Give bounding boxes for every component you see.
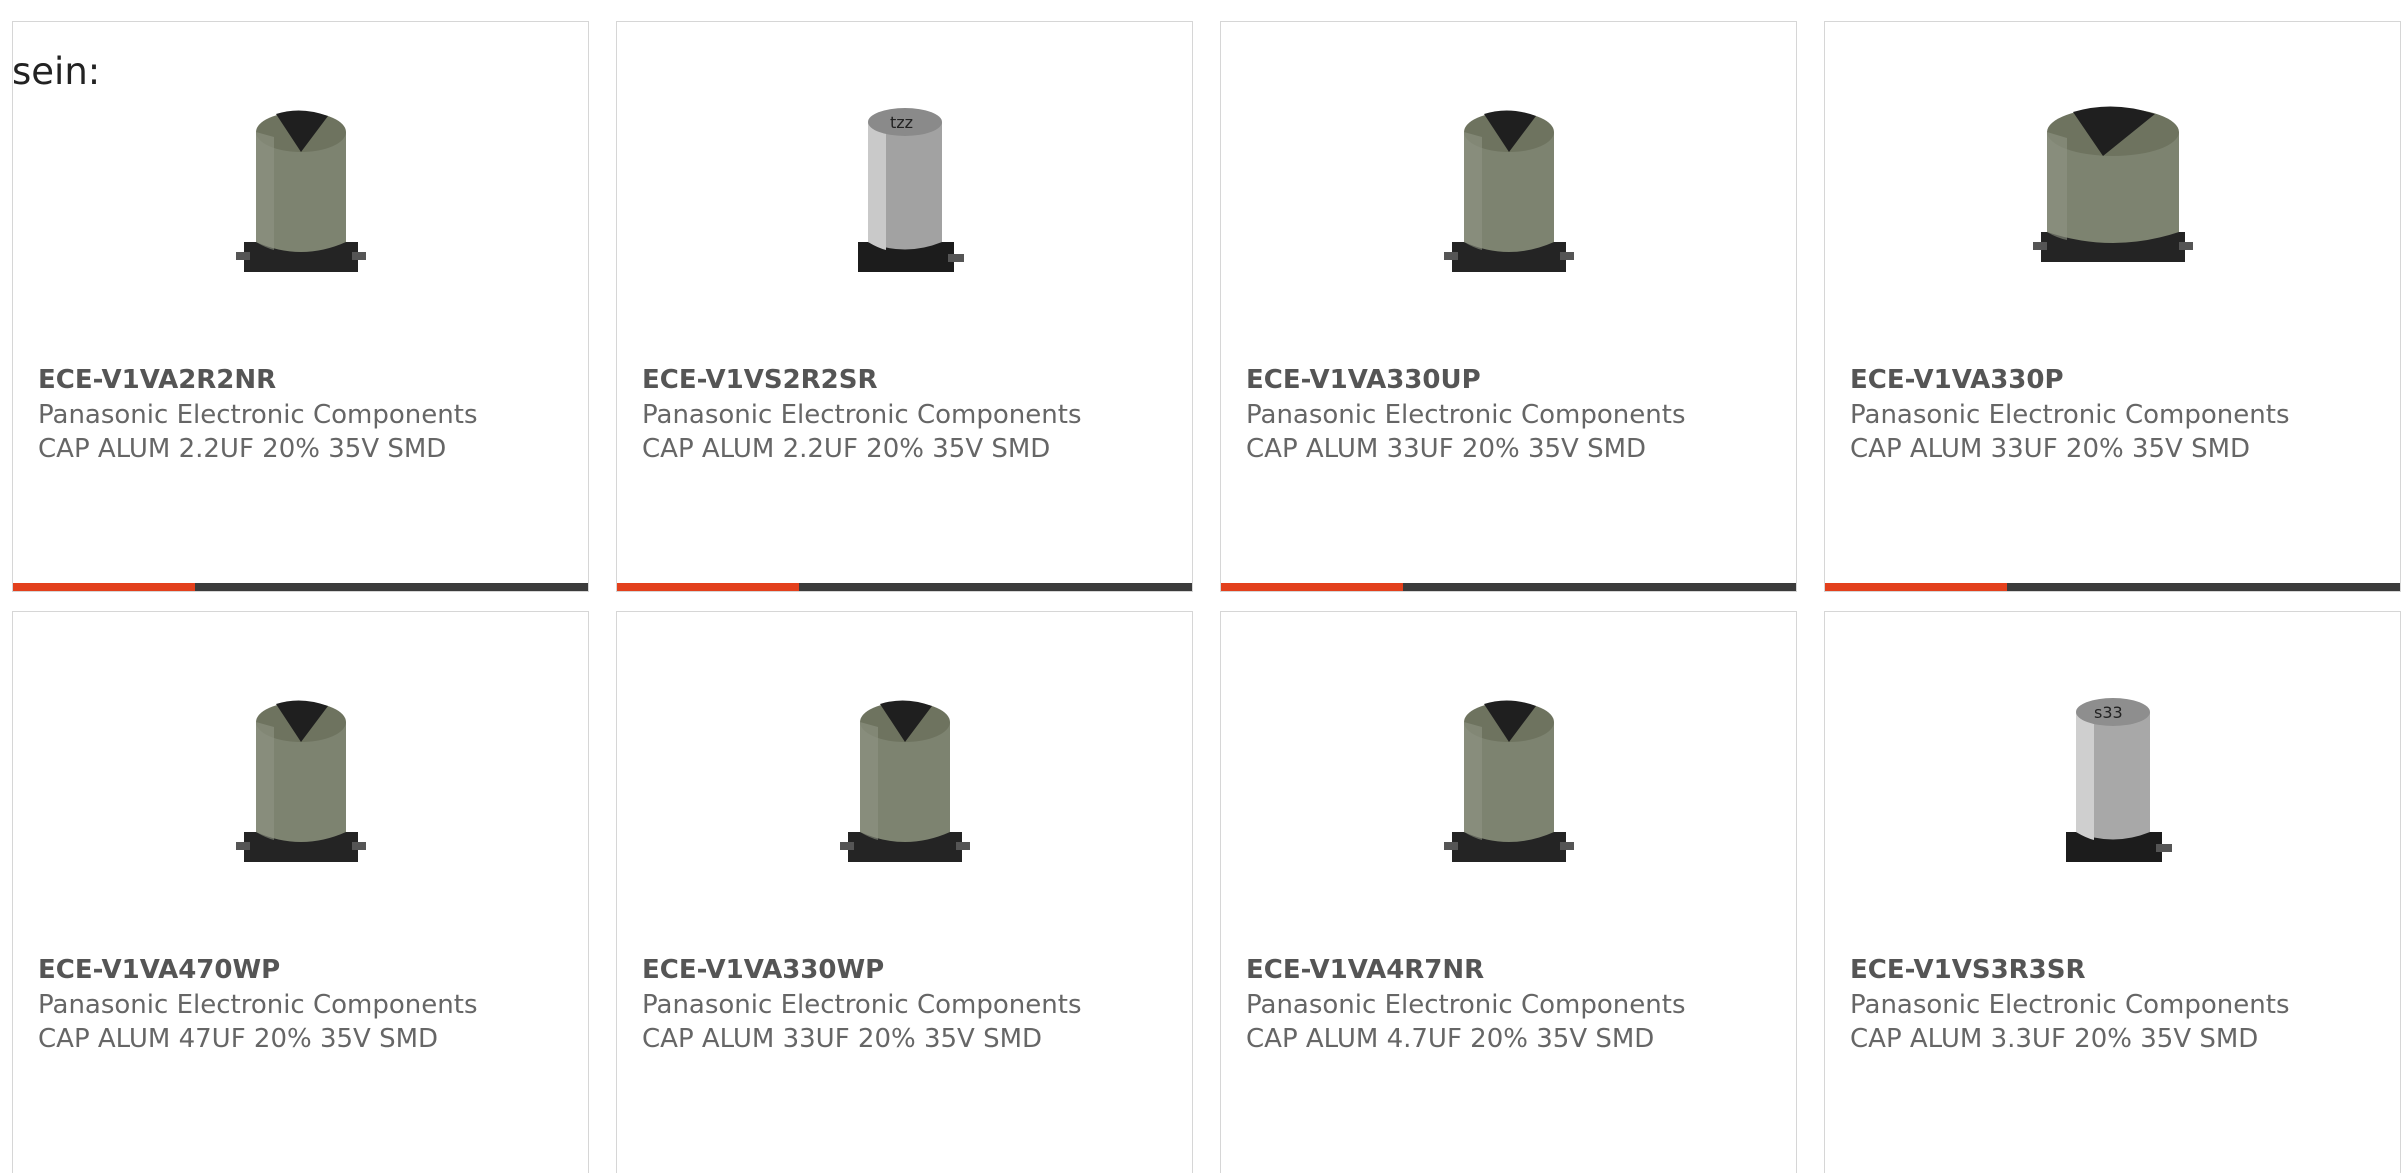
manufacturer: Panasonic Electronic Components xyxy=(1246,400,1686,430)
manufacturer: Panasonic Electronic Components xyxy=(642,400,1082,430)
product-info: ECE-V1VA330WP Panasonic Electronic Compo… xyxy=(642,952,1182,1056)
card-bar-accent xyxy=(1221,583,1403,591)
product-info: ECE-V1VS3R3SR Panasonic Electronic Compo… xyxy=(1850,952,2390,1056)
capacitor-olive-wide-icon xyxy=(2032,106,2193,262)
description: CAP ALUM 2.2UF 20% 35V SMD xyxy=(38,434,447,464)
product-info: ECE-V1VA330UP Panasonic Electronic Compo… xyxy=(1246,362,1786,466)
capacitor-olive-icon xyxy=(235,700,366,862)
product-info: ECE-V1VS2R2SR Panasonic Electronic Compo… xyxy=(642,362,1182,466)
product-image[interactable] xyxy=(201,682,401,882)
capacitor-olive-icon xyxy=(839,700,970,862)
svg-text:s33: s33 xyxy=(2094,703,2123,722)
description: CAP ALUM 33UF 20% 35V SMD xyxy=(1246,434,1647,464)
manufacturer: Panasonic Electronic Components xyxy=(1850,990,2290,1020)
part-number[interactable]: ECE-V1VA330P xyxy=(1850,362,2390,398)
product-card[interactable]: ECE-V1VA330P Panasonic Electronic Compon… xyxy=(1824,21,2401,592)
capacitor-silver-icon: s33 xyxy=(2065,698,2172,862)
part-number[interactable]: ECE-V1VA470WP xyxy=(38,952,578,988)
description: CAP ALUM 33UF 20% 35V SMD xyxy=(642,1024,1043,1054)
description: CAP ALUM 47UF 20% 35V SMD xyxy=(38,1024,439,1054)
part-number[interactable]: ECE-V1VA4R7NR xyxy=(1246,952,1786,988)
capacitor-olive-icon xyxy=(1443,700,1574,862)
manufacturer: Panasonic Electronic Components xyxy=(1246,990,1686,1020)
description: CAP ALUM 3.3UF 20% 35V SMD xyxy=(1850,1024,2259,1054)
part-number[interactable]: ECE-V1VA330UP xyxy=(1246,362,1786,398)
card-bar-accent xyxy=(617,583,799,591)
product-image[interactable] xyxy=(201,92,401,292)
description: CAP ALUM 4.7UF 20% 35V SMD xyxy=(1246,1024,1655,1054)
manufacturer: Panasonic Electronic Components xyxy=(38,400,478,430)
capacitor-olive-icon xyxy=(1443,110,1574,272)
part-number[interactable]: ECE-V1VS2R2SR xyxy=(642,362,1182,398)
product-card[interactable]: tzz ECE-V1VS2R2SR Panasonic Electronic C… xyxy=(616,21,1193,592)
product-grid-page: sein: ECE-V1VA2R2NR Panasonic Electronic… xyxy=(0,0,2403,1173)
card-bar-accent xyxy=(1825,583,2007,591)
product-info: ECE-V1VA330P Panasonic Electronic Compon… xyxy=(1850,362,2390,466)
product-card[interactable]: ECE-V1VA2R2NR Panasonic Electronic Compo… xyxy=(12,21,589,592)
product-image[interactable]: s33 xyxy=(2013,682,2213,882)
product-info: ECE-V1VA470WP Panasonic Electronic Compo… xyxy=(38,952,578,1056)
product-info: ECE-V1VA4R7NR Panasonic Electronic Compo… xyxy=(1246,952,1786,1056)
product-card[interactable]: ECE-V1VA330WP Panasonic Electronic Compo… xyxy=(616,611,1193,1173)
product-info: ECE-V1VA2R2NR Panasonic Electronic Compo… xyxy=(38,362,578,466)
card-bar-accent xyxy=(13,583,195,591)
card-bar xyxy=(13,583,588,591)
product-card[interactable]: s33 ECE-V1VS3R3SR Panasonic Electronic C… xyxy=(1824,611,2401,1173)
card-bar xyxy=(617,583,1192,591)
product-card[interactable]: ECE-V1VA470WP Panasonic Electronic Compo… xyxy=(12,611,589,1173)
product-image[interactable] xyxy=(2013,92,2213,292)
part-number[interactable]: ECE-V1VA330WP xyxy=(642,952,1182,988)
manufacturer: Panasonic Electronic Components xyxy=(1850,400,2290,430)
card-bar xyxy=(1221,583,1796,591)
manufacturer: Panasonic Electronic Components xyxy=(642,990,1082,1020)
card-bar xyxy=(1825,583,2400,591)
product-image[interactable]: tzz xyxy=(805,92,1005,292)
intro-text: sein: xyxy=(12,50,101,93)
part-number[interactable]: ECE-V1VS3R3SR xyxy=(1850,952,2390,988)
product-image[interactable] xyxy=(1409,92,1609,292)
svg-text:tzz: tzz xyxy=(890,113,913,132)
description: CAP ALUM 2.2UF 20% 35V SMD xyxy=(642,434,1051,464)
capacitor-silver-icon: tzz xyxy=(857,108,964,272)
product-card[interactable]: ECE-V1VA4R7NR Panasonic Electronic Compo… xyxy=(1220,611,1797,1173)
description: CAP ALUM 33UF 20% 35V SMD xyxy=(1850,434,2251,464)
product-card[interactable]: ECE-V1VA330UP Panasonic Electronic Compo… xyxy=(1220,21,1797,592)
product-image[interactable] xyxy=(1409,682,1609,882)
product-image[interactable] xyxy=(805,682,1005,882)
part-number[interactable]: ECE-V1VA2R2NR xyxy=(38,362,578,398)
manufacturer: Panasonic Electronic Components xyxy=(38,990,478,1020)
capacitor-olive-icon xyxy=(235,110,366,272)
